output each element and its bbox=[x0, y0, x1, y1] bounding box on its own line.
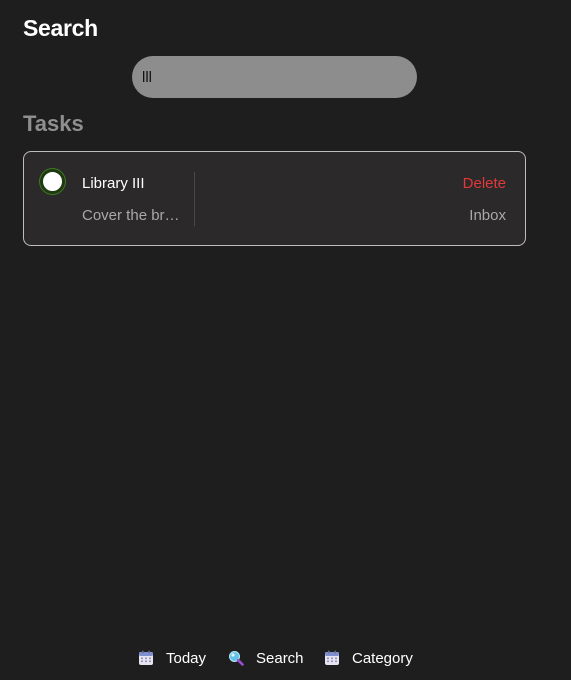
task-category-label: Inbox bbox=[469, 207, 506, 224]
bottom-nav: Today Search Category bbox=[0, 645, 571, 671]
nav-item-category[interactable]: Category bbox=[324, 645, 413, 671]
section-title-tasks: Tasks bbox=[23, 111, 84, 136]
magnifier-icon bbox=[229, 651, 244, 666]
page-title: Search bbox=[23, 15, 98, 41]
nav-label-today: Today bbox=[166, 649, 207, 667]
nav-item-today[interactable]: Today bbox=[138, 645, 206, 671]
task-delete-button[interactable]: Delete bbox=[463, 175, 506, 192]
app-screen: Search Tasks Library III Cover the bri… … bbox=[0, 0, 571, 680]
task-title: Library III bbox=[82, 175, 145, 192]
task-divider bbox=[194, 172, 195, 226]
calendar-icon bbox=[139, 650, 153, 665]
nav-item-search[interactable]: Search bbox=[228, 645, 304, 671]
task-description: Cover the bri… bbox=[82, 207, 182, 224]
search-input[interactable] bbox=[132, 56, 417, 98]
nav-label-search: Search bbox=[256, 649, 304, 667]
calendar-icon bbox=[325, 650, 339, 665]
task-card[interactable]: Library III Cover the bri… Delete Inbox bbox=[23, 151, 526, 246]
task-complete-checkbox[interactable] bbox=[40, 169, 65, 194]
nav-label-category: Category bbox=[352, 649, 413, 667]
